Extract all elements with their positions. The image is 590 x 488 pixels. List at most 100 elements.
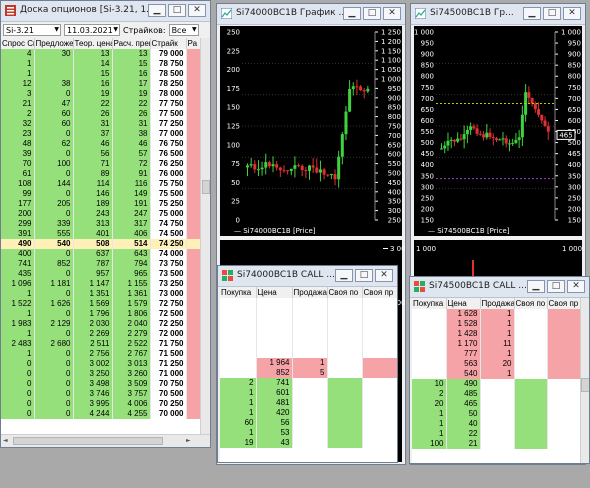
sell-cell[interactable]: 1 — [480, 309, 515, 319]
board-row[interactable]: 003 002 3 013 71 250 — [1, 359, 200, 369]
board-row[interactable]: 108 144 114 116 75 750 — [1, 179, 200, 189]
own-sell-cell[interactable] — [547, 309, 580, 319]
dom-row[interactable]: 1 40 — [412, 419, 580, 429]
board-row[interactable]: 48 62 46 46 76 750 — [1, 139, 200, 149]
own-sell-cell[interactable] — [547, 369, 580, 379]
buy-cell[interactable] — [412, 329, 447, 339]
buy-cell[interactable]: 20 — [412, 399, 447, 409]
dom1-titlebar[interactable]: Si74000BC1B CALL ... ▁ □ ✕ — [218, 266, 397, 287]
price-cell[interactable]: 601 — [256, 388, 293, 398]
buy-cell[interactable]: 19 — [220, 438, 257, 448]
board-column-header[interactable]: Расч. прем — [112, 38, 151, 49]
price-cell[interactable]: 1 964 — [256, 358, 293, 368]
sell-cell[interactable] — [480, 419, 515, 429]
board-row[interactable]: 2 483 2 680 2 511 2 522 71 750 — [1, 339, 200, 349]
board-row[interactable]: 4 30 13 13 79 000 — [1, 49, 200, 59]
strikes-select[interactable]: Все ▼ — [168, 24, 199, 36]
board-row[interactable]: 32 60 31 31 77 250 — [1, 119, 200, 129]
price-cell[interactable]: 777 — [446, 349, 481, 359]
buy-cell[interactable] — [412, 309, 447, 319]
own-buy-cell[interactable] — [327, 398, 363, 408]
own-buy-cell[interactable] — [514, 369, 548, 379]
buy-cell[interactable] — [412, 319, 447, 329]
board-row[interactable]: 61 0 89 91 76 000 — [1, 169, 200, 179]
buy-cell[interactable] — [412, 349, 447, 359]
dom-row[interactable]: 20 465 — [412, 399, 580, 409]
own-sell-cell[interactable] — [362, 368, 397, 378]
own-buy-cell[interactable] — [514, 339, 548, 349]
sell-cell[interactable]: 1 — [480, 329, 515, 339]
price-cell[interactable]: 490 — [446, 379, 481, 389]
own-sell-cell[interactable] — [547, 399, 580, 409]
own-buy-cell[interactable] — [327, 358, 363, 368]
board-row[interactable]: 1 15 16 78 500 — [1, 69, 200, 79]
board-row[interactable]: 21 47 22 22 77 750 — [1, 99, 200, 109]
close-button[interactable]: ✕ — [383, 7, 401, 20]
board-row[interactable]: 003 250 3 260 71 000 — [1, 369, 200, 379]
own-sell-cell[interactable] — [547, 389, 580, 399]
price-cell[interactable]: 485 — [446, 389, 481, 399]
buy-cell[interactable]: 2 — [220, 378, 257, 388]
sell-cell[interactable] — [480, 429, 515, 439]
buy-cell[interactable] — [412, 359, 447, 369]
board-row[interactable]: 299 339 313 317 74 750 — [1, 219, 200, 229]
sell-cell[interactable]: 11 — [480, 339, 515, 349]
own-buy-cell[interactable] — [514, 359, 548, 369]
dom-row[interactable]: 1 53 — [220, 428, 397, 438]
dom-row[interactable]: 1 964 1 — [220, 358, 397, 368]
own-sell-cell[interactable] — [362, 418, 397, 428]
price-cell[interactable]: 1 528 — [446, 319, 481, 329]
sell-cell[interactable]: 20 — [480, 359, 515, 369]
board-row[interactable]: 101 796 1 806 72 500 — [1, 309, 200, 319]
price-cell[interactable]: 21 — [446, 439, 481, 449]
own-buy-cell[interactable] — [327, 368, 363, 378]
sell-cell[interactable] — [292, 418, 328, 428]
own-sell-cell[interactable] — [547, 379, 580, 389]
dom-row[interactable]: 60 56 — [220, 418, 397, 428]
dom-row[interactable]: 100 21 — [412, 439, 580, 449]
own-buy-cell[interactable] — [327, 438, 363, 448]
own-buy-cell[interactable] — [327, 388, 363, 398]
dom-row[interactable]: 1 428 1 — [412, 329, 580, 339]
own-buy-cell[interactable] — [327, 378, 363, 388]
own-sell-cell[interactable] — [362, 388, 397, 398]
sell-cell[interactable]: 1 — [480, 369, 515, 379]
sell-cell[interactable] — [292, 398, 328, 408]
dom-row[interactable]: 1 628 1 — [412, 309, 580, 319]
chart1-titlebar[interactable]: Si74000BC1B График ... ▁ □ ✕ — [217, 4, 405, 25]
close-button[interactable]: ✕ — [375, 269, 393, 282]
minimize-button[interactable]: ▁ — [523, 7, 541, 20]
dom-row[interactable]: 1 22 — [412, 429, 580, 439]
own-buy-cell[interactable] — [514, 309, 548, 319]
board-row[interactable]: 490 540 508 514 74 250 — [1, 239, 200, 249]
maximize-button[interactable]: □ — [547, 280, 565, 293]
minimize-button[interactable]: ▁ — [148, 4, 166, 17]
own-sell-cell[interactable] — [547, 319, 580, 329]
buy-cell[interactable] — [220, 358, 257, 368]
dom-row[interactable]: 563 20 — [412, 359, 580, 369]
scroll-thumb[interactable] — [202, 180, 210, 194]
dom2-scrollbar[interactable] — [580, 298, 589, 463]
board-horizontal-scrollbar[interactable]: ◄ ► — [1, 434, 210, 447]
minimize-button[interactable]: ▁ — [343, 7, 361, 20]
dom-row[interactable]: 1 481 — [220, 398, 397, 408]
own-sell-cell[interactable] — [362, 398, 397, 408]
board-row[interactable]: 23 0 37 38 77 000 — [1, 129, 200, 139]
board-row[interactable]: 400 0 637 643 74 000 — [1, 249, 200, 259]
board-row[interactable]: 1 14 15 78 750 — [1, 59, 200, 69]
price-cell[interactable]: 563 — [446, 359, 481, 369]
board-column-header[interactable]: Страйк — [150, 38, 187, 49]
sell-cell[interactable] — [480, 409, 515, 419]
buy-cell[interactable]: 1 — [220, 408, 257, 418]
own-sell-cell[interactable] — [547, 409, 580, 419]
own-sell-cell[interactable] — [547, 429, 580, 439]
close-button[interactable]: ✕ — [567, 280, 585, 293]
sell-cell[interactable] — [480, 379, 515, 389]
board-row[interactable]: 3 0 19 19 78 000 — [1, 89, 200, 99]
own-buy-cell[interactable] — [327, 408, 363, 418]
dom-row[interactable]: 2 741 — [220, 378, 397, 388]
price-cell[interactable]: 852 — [256, 368, 293, 378]
board-column-header[interactable]: Предложе — [34, 38, 74, 49]
sell-cell[interactable]: 1 — [480, 319, 515, 329]
own-buy-cell[interactable] — [514, 329, 548, 339]
